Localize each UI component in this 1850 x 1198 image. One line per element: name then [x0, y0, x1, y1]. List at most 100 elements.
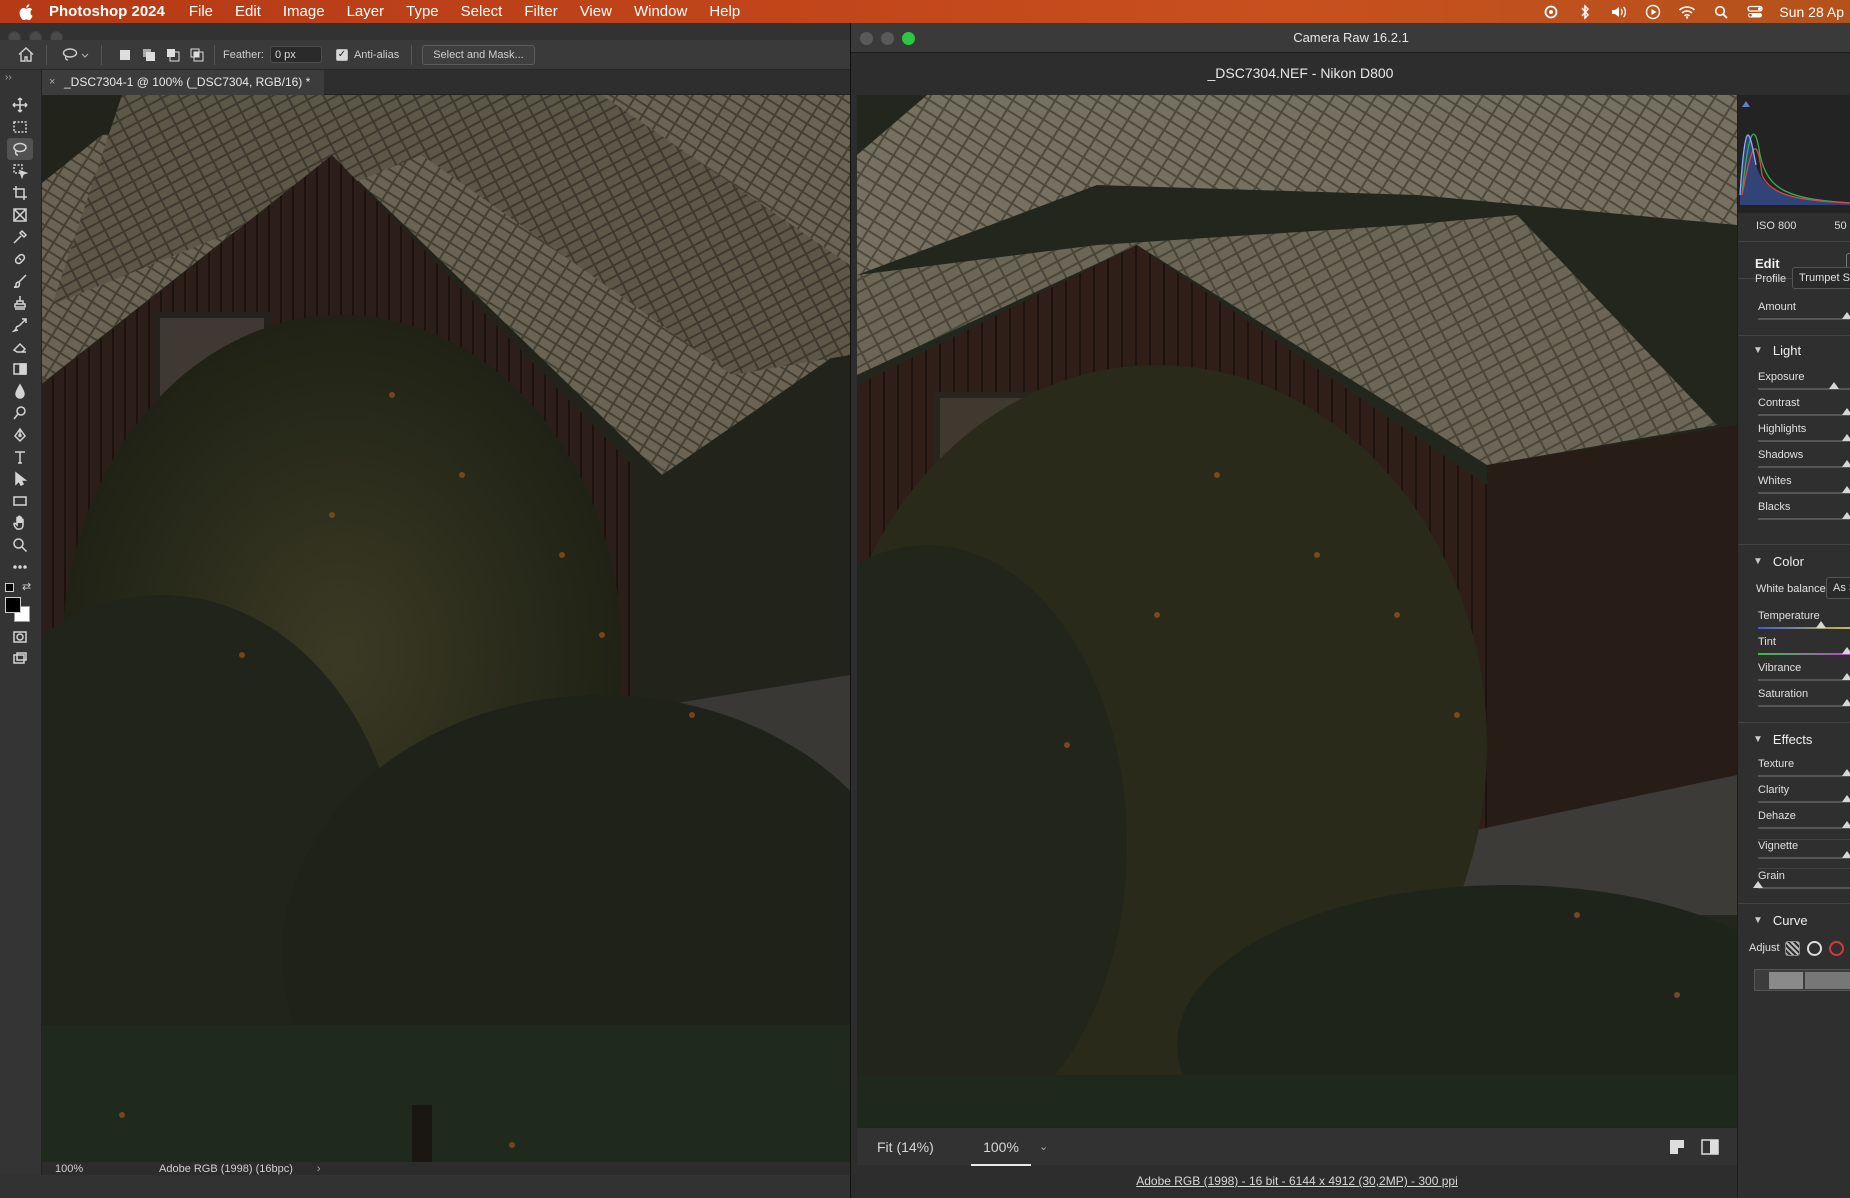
crop-tool-icon[interactable]	[7, 182, 33, 204]
menubar-datetime[interactable]: Sun 28 Ap	[1779, 4, 1844, 20]
workflow-info[interactable]: Adobe RGB (1998) - 16 bit - 6144 x 4912 …	[1136, 1174, 1458, 1188]
white-balance-dropdown[interactable]: As S	[1826, 577, 1850, 599]
close-tab-icon[interactable]: ×	[49, 70, 55, 95]
intersect-selection-icon[interactable]	[188, 46, 206, 64]
menu-help[interactable]: Help	[709, 3, 740, 20]
gradient-tool-icon[interactable]	[7, 358, 33, 380]
move-tool-icon[interactable]	[7, 94, 33, 116]
vibrance-slider[interactable]	[1758, 673, 1850, 681]
anti-alias-checkbox[interactable]: ✓	[335, 48, 348, 61]
saturation-slider-thumb[interactable]	[1842, 699, 1850, 706]
creative-cloud-icon[interactable]	[1541, 4, 1561, 20]
wifi-icon[interactable]	[1677, 4, 1697, 20]
grain-slider[interactable]	[1753, 881, 1850, 889]
expand-panel-icon[interactable]: ››	[5, 72, 12, 83]
menu-type[interactable]: Type	[406, 3, 439, 20]
foreground-color-swatch[interactable]	[5, 597, 21, 613]
point-curve-white-icon[interactable]	[1807, 941, 1822, 956]
bluetooth-icon[interactable]	[1575, 3, 1595, 20]
new-selection-icon[interactable]	[116, 46, 134, 64]
object-selection-tool-icon[interactable]	[7, 160, 33, 182]
blur-tool-icon[interactable]	[7, 380, 33, 402]
zoom-level[interactable]: 100%	[55, 1163, 109, 1175]
curve-section-header[interactable]: ▼ Curve	[1753, 913, 1808, 928]
frame-tool-icon[interactable]	[7, 204, 33, 226]
zoom-window-button[interactable]	[902, 32, 915, 45]
add-to-selection-icon[interactable]	[140, 46, 158, 64]
contrast-slider[interactable]	[1758, 408, 1850, 416]
rectangle-tool-icon[interactable]	[7, 490, 33, 512]
color-section-header[interactable]: ▼ Color	[1753, 554, 1804, 569]
more-tools-icon[interactable]	[7, 556, 33, 578]
quick-mask-icon[interactable]	[7, 626, 33, 648]
whites-slider[interactable]	[1758, 486, 1850, 494]
menu-edit[interactable]: Edit	[235, 3, 261, 20]
menu-file[interactable]: File	[189, 3, 213, 20]
temperature-slider[interactable]	[1758, 621, 1850, 629]
light-section-header[interactable]: ▼ Light	[1753, 343, 1801, 358]
menu-window[interactable]: Window	[634, 3, 687, 20]
swap-colors-icon[interactable]: ⇄	[22, 580, 31, 593]
menu-filter[interactable]: Filter	[524, 3, 557, 20]
type-tool-icon[interactable]	[7, 446, 33, 468]
select-and-mask-button[interactable]: Select and Mask...	[422, 44, 535, 65]
shadows-slider-thumb[interactable]	[1842, 460, 1850, 467]
control-center-icon[interactable]	[1745, 4, 1765, 20]
brush-tool-icon[interactable]	[7, 270, 33, 292]
zoom-dropdown-chevron-icon[interactable]: ⌄	[1039, 1140, 1048, 1153]
temperature-slider-thumb[interactable]	[1816, 621, 1826, 628]
blacks-slider[interactable]	[1758, 512, 1850, 520]
app-name-menu[interactable]: Photoshop 2024	[49, 3, 165, 20]
menu-select[interactable]: Select	[461, 3, 503, 20]
dodge-tool-icon[interactable]	[7, 402, 33, 424]
clarity-slider-thumb[interactable]	[1842, 795, 1850, 802]
single-view-icon[interactable]	[1669, 1139, 1685, 1155]
amount-slider[interactable]	[1758, 312, 1850, 320]
profile-dropdown[interactable]: Trumpet Sc	[1792, 267, 1850, 289]
screen-mode-icon[interactable]	[7, 648, 33, 670]
highlights-slider[interactable]	[1758, 434, 1850, 442]
tint-slider-thumb[interactable]	[1842, 647, 1850, 654]
status-menu-chevron-icon[interactable]: ›	[317, 1163, 321, 1175]
vignette-slider-thumb[interactable]	[1842, 851, 1850, 858]
hand-tool-icon[interactable]	[7, 512, 33, 534]
tint-slider[interactable]	[1758, 647, 1850, 655]
grain-slider-thumb[interactable]	[1753, 881, 1763, 888]
eyedropper-tool-icon[interactable]	[7, 226, 33, 248]
eraser-tool-icon[interactable]	[7, 336, 33, 358]
close-window-button[interactable]	[860, 32, 873, 45]
fit-zoom-button[interactable]: Fit (14%)	[877, 1139, 951, 1155]
pen-tool-icon[interactable]	[7, 424, 33, 446]
curve-graph-toggle[interactable]	[1754, 969, 1850, 991]
photoshop-canvas[interactable]	[42, 95, 850, 1162]
default-colors-icon[interactable]	[5, 583, 14, 592]
highlights-slider-thumb[interactable]	[1842, 434, 1850, 441]
clarity-slider[interactable]	[1758, 795, 1850, 803]
marquee-tool-icon[interactable]	[7, 116, 33, 138]
dehaze-slider-thumb[interactable]	[1842, 821, 1850, 828]
saturation-slider[interactable]	[1758, 699, 1850, 707]
history-brush-tool-icon[interactable]	[7, 314, 33, 336]
effects-section-header[interactable]: ▼ Effects	[1753, 732, 1812, 747]
point-curve-red-icon[interactable]	[1829, 941, 1844, 956]
texture-slider-thumb[interactable]	[1842, 769, 1850, 776]
amount-slider-thumb[interactable]	[1842, 312, 1850, 319]
exposure-slider-thumb[interactable]	[1829, 382, 1839, 389]
zoom-100-button[interactable]: 100%	[971, 1128, 1031, 1166]
path-selection-tool-icon[interactable]	[7, 468, 33, 490]
menu-view[interactable]: View	[580, 3, 612, 20]
feather-input[interactable]	[269, 46, 322, 63]
vibrance-slider-thumb[interactable]	[1842, 673, 1850, 680]
blacks-slider-thumb[interactable]	[1842, 512, 1850, 519]
before-after-view-icon[interactable]	[1701, 1139, 1719, 1155]
camera-raw-preview[interactable]	[857, 95, 1737, 1127]
dehaze-slider[interactable]	[1758, 821, 1850, 829]
healing-brush-tool-icon[interactable]	[7, 248, 33, 270]
workflow-options-link[interactable]: Adobe RGB (1998) - 16 bit - 6144 x 4912 …	[857, 1165, 1737, 1198]
spotlight-search-icon[interactable]	[1711, 4, 1731, 20]
exposure-slider[interactable]	[1758, 382, 1850, 390]
minimize-window-button[interactable]	[881, 32, 894, 45]
shadows-slider[interactable]	[1758, 460, 1850, 468]
parametric-curve-icon[interactable]	[1785, 941, 1800, 956]
menu-layer[interactable]: Layer	[347, 3, 385, 20]
